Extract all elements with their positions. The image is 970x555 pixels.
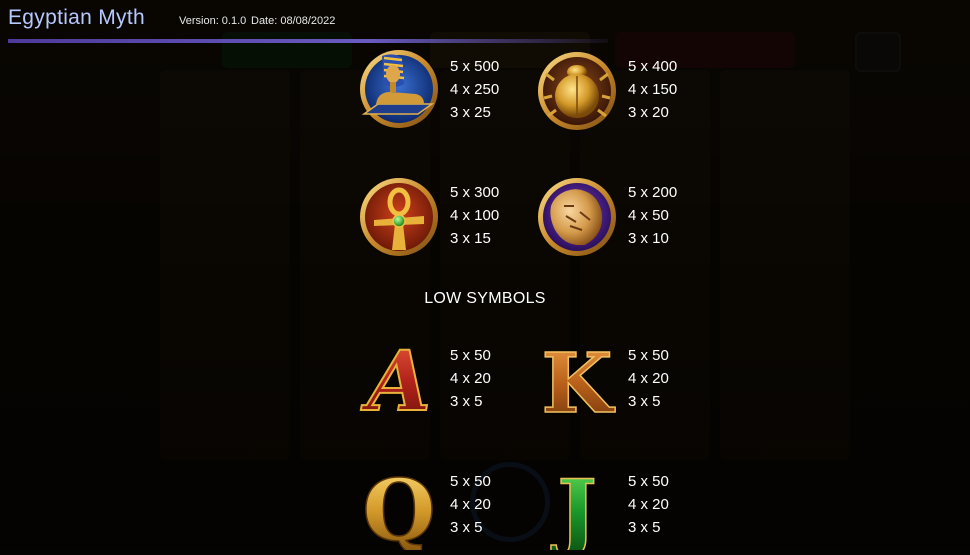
scarab-payouts: 5 x 400 4 x 150 3 x 20 <box>628 55 677 124</box>
svg-text:Q: Q <box>362 464 435 550</box>
letter-j-payouts: 5 x 50 4 x 20 3 x 5 <box>628 470 669 539</box>
payout-5: 5 x 200 <box>628 184 678 201</box>
letter-k-payouts: 5 x 50 4 x 20 3 x 5 <box>628 344 669 413</box>
date-label: Date: 08/08/2022 <box>251 15 336 27</box>
payout-5: 5 x 500 <box>450 58 500 75</box>
ankh-payouts: 5 x 300 4 x 100 3 x 15 <box>450 181 499 250</box>
game-title: Egyptian Myth <box>8 6 145 29</box>
payout-3: 3 x 10 <box>628 230 669 247</box>
payout-5: 5 x 400 <box>628 58 678 75</box>
payout-4: 4 x 150 <box>628 81 678 98</box>
payout-5: 5 x 300 <box>450 184 500 201</box>
payout-4: 4 x 100 <box>450 207 500 224</box>
payout-3: 3 x 20 <box>628 104 669 121</box>
payout-3: 3 x 15 <box>450 230 491 247</box>
payout-3: 3 x 5 <box>450 393 483 410</box>
ankh-icon <box>358 176 440 258</box>
letter-j-icon: J <box>536 460 618 555</box>
low-symbols-heading: LOW SYMBOLS <box>424 290 546 307</box>
payout-5: 5 x 50 <box>450 347 491 364</box>
vase-icon <box>536 176 618 258</box>
letter-a-payouts: 5 x 50 4 x 20 3 x 5 <box>450 344 491 413</box>
letter-a-icon: A <box>358 333 440 431</box>
letter-q-icon: Q <box>358 460 440 555</box>
letter-k-icon: K <box>536 335 618 433</box>
vase-payouts: 5 x 200 4 x 50 3 x 10 <box>628 181 677 250</box>
payout-4: 4 x 50 <box>628 207 669 224</box>
header-divider <box>8 39 608 43</box>
svg-text:A: A <box>360 338 431 420</box>
svg-text:J: J <box>550 462 597 550</box>
payout-3: 3 x 5 <box>450 519 483 536</box>
payout-3: 3 x 25 <box>450 104 491 121</box>
payout-5: 5 x 50 <box>628 347 669 364</box>
sphinx-payouts: 5 x 500 4 x 250 3 x 25 <box>450 55 499 124</box>
letter-q-payouts: 5 x 50 4 x 20 3 x 5 <box>450 470 491 539</box>
payout-5: 5 x 50 <box>628 473 669 490</box>
payout-3: 3 x 5 <box>628 519 661 536</box>
payout-4: 4 x 20 <box>450 496 491 513</box>
payout-4: 4 x 20 <box>628 496 669 513</box>
scarab-icon <box>536 50 618 132</box>
payout-4: 4 x 250 <box>450 81 500 98</box>
svg-text:K: K <box>541 338 615 420</box>
info-header: Egyptian Myth Version: 0.1.0 Date: 08/08… <box>0 0 970 44</box>
version-label: Version: 0.1.0 <box>179 15 247 27</box>
payout-3: 3 x 5 <box>628 393 661 410</box>
sphinx-icon <box>358 48 440 130</box>
payout-5: 5 x 50 <box>450 473 491 490</box>
payout-4: 4 x 20 <box>450 370 491 387</box>
payout-4: 4 x 20 <box>628 370 669 387</box>
